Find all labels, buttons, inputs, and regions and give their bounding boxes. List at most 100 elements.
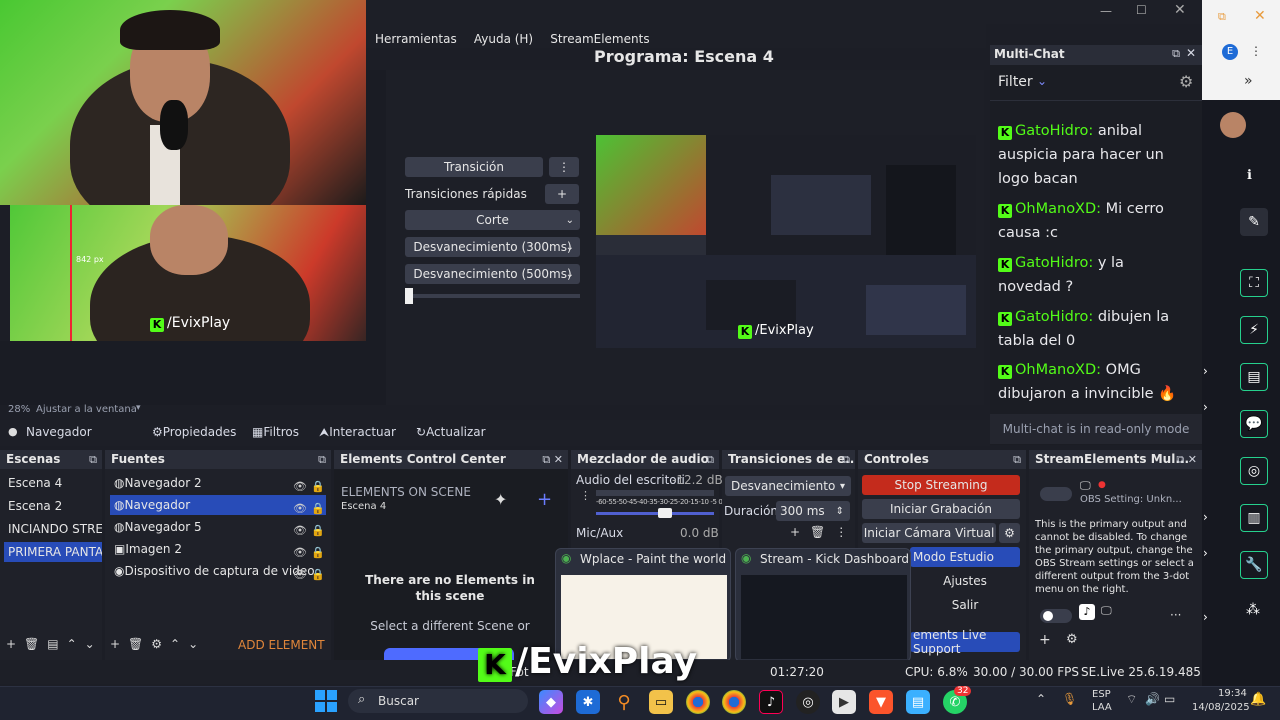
window-restore-icon[interactable]: ⧉ bbox=[1218, 10, 1226, 24]
chevron-right-icon[interactable]: › bbox=[1203, 510, 1208, 524]
taskbar-preview-kick[interactable]: ◉ Stream - Kick Dashboard -... bbox=[735, 548, 911, 662]
float-icon[interactable]: ⧉ bbox=[842, 450, 850, 469]
lock-icons[interactable]: 🔒 🔒 🔒 🔒 🔒 bbox=[311, 476, 325, 586]
settings-button[interactable]: Ajustes bbox=[910, 571, 1020, 591]
chrome-icon[interactable] bbox=[686, 690, 710, 714]
close-icon[interactable]: ✕ bbox=[1174, 2, 1186, 18]
start-virtual-camera-button[interactable]: Iniciar Cámara Virtual bbox=[862, 523, 996, 543]
refresh-button[interactable]: ↻Actualizar bbox=[416, 425, 486, 439]
info-icon[interactable]: ℹ bbox=[1247, 168, 1252, 183]
gear-icon[interactable]: ⚙ bbox=[1179, 72, 1193, 91]
mixer-slider-handle[interactable] bbox=[658, 508, 672, 518]
gear-icon[interactable]: ⚙ bbox=[1066, 632, 1078, 647]
mixer-volume-slider[interactable] bbox=[596, 512, 714, 515]
duration-input[interactable]: 300 ms ⇕ bbox=[776, 501, 850, 521]
bolt-icon[interactable]: ⚡ bbox=[1240, 316, 1268, 344]
obs-icon[interactable]: ◎ bbox=[796, 690, 820, 714]
filter-button[interactable]: Filter bbox=[998, 74, 1033, 90]
language-label[interactable]: ESP bbox=[1092, 689, 1111, 700]
notifications-icon[interactable]: 🔔 bbox=[1250, 692, 1266, 707]
scene-item[interactable]: INCIANDO STREA bbox=[4, 519, 102, 539]
add-output-button[interactable]: + bbox=[1039, 632, 1051, 648]
layout-icon[interactable]: ▥ bbox=[1240, 504, 1268, 532]
tiktok-icon[interactable]: ♪ bbox=[759, 690, 783, 714]
quick-transition-fade-500[interactable]: Desvanecimiento (500ms) ⌄ bbox=[405, 264, 580, 284]
transition-menu-button[interactable]: ⋮ bbox=[549, 157, 579, 177]
chevron-up-icon[interactable]: ⌃ bbox=[1036, 692, 1046, 706]
apps-icon[interactable]: ⁂ bbox=[1246, 602, 1260, 618]
app-icon[interactable]: ✱ bbox=[576, 690, 600, 714]
battery-icon[interactable]: ▭ bbox=[1164, 692, 1175, 706]
kebab-icon[interactable]: ⋮ bbox=[580, 489, 591, 502]
output-toggle[interactable] bbox=[1040, 487, 1072, 501]
brave-icon[interactable]: ▼ bbox=[869, 690, 893, 714]
kebab-icon[interactable]: ⋮ bbox=[1250, 44, 1262, 58]
tbar-slider-handle[interactable] bbox=[405, 288, 413, 304]
menu-herramientas[interactable]: Herramientas bbox=[375, 32, 457, 46]
add-element-plus-icon[interactable]: + bbox=[537, 489, 552, 510]
windows-start-icon[interactable] bbox=[315, 690, 337, 712]
notepad-icon[interactable]: ▤ bbox=[906, 690, 930, 714]
properties-button[interactable]: ⚙Propiedades bbox=[152, 425, 236, 439]
interact-button[interactable]: ⮝Interactuar bbox=[319, 425, 396, 440]
minimize-icon[interactable]: — bbox=[1100, 4, 1112, 18]
studio-mode-button[interactable]: Modo Estudio bbox=[910, 547, 1020, 567]
pencil-icon[interactable]: ✎ bbox=[1240, 208, 1268, 236]
visibility-icons[interactable]: 👁 👁 👁 👁 👁 bbox=[293, 476, 307, 586]
stepper-icon[interactable]: ⇕ bbox=[836, 506, 844, 517]
copilot-icon[interactable]: ◆ bbox=[539, 690, 563, 714]
sparkle-icon[interactable]: ✦ bbox=[494, 490, 507, 509]
scene-transition-select[interactable]: Desvanecimiento ▾ bbox=[725, 476, 851, 496]
clock-time[interactable]: 19:34 bbox=[1218, 688, 1247, 699]
tbar-slider-track[interactable] bbox=[405, 294, 580, 298]
float-icon[interactable]: ⧉ bbox=[1172, 47, 1180, 61]
app-icon[interactable]: ▶ bbox=[832, 690, 856, 714]
user-avatar[interactable] bbox=[1220, 112, 1246, 138]
volume-icon[interactable]: 🔊 bbox=[1145, 692, 1160, 706]
kebab-icon[interactable]: ··· bbox=[1170, 608, 1181, 622]
menu-streamelements[interactable]: StreamElements bbox=[550, 32, 649, 46]
chevron-right-icon[interactable]: › bbox=[1203, 546, 1208, 560]
stop-streaming-button[interactable]: Stop Streaming bbox=[862, 475, 1020, 495]
close-icon[interactable]: ✕ bbox=[1186, 46, 1196, 60]
profile-avatar[interactable]: E bbox=[1222, 44, 1238, 60]
live-support-button[interactable]: ements Live Support bbox=[910, 628, 1020, 656]
chevron-right-icon[interactable]: › bbox=[1203, 400, 1208, 414]
output-toggle-2[interactable] bbox=[1040, 609, 1072, 623]
wrench-icon[interactable]: 🔧 bbox=[1240, 551, 1268, 579]
wifi-icon[interactable]: ⌔ bbox=[1126, 692, 1137, 707]
virtual-camera-settings-button[interactable]: ⚙ bbox=[999, 523, 1020, 543]
quick-transition-fade-300[interactable]: Desvanecimiento (300ms) ⌄ bbox=[405, 237, 580, 257]
float-icon[interactable]: ⧉ bbox=[318, 450, 326, 469]
scene-item[interactable]: Escena 4 bbox=[4, 473, 102, 493]
chrome-icon[interactable] bbox=[722, 690, 746, 714]
close-icon[interactable]: ✕ bbox=[1188, 453, 1197, 466]
float-icon[interactable]: ⧉ bbox=[1176, 453, 1184, 466]
search-app-icon[interactable]: ⚲ bbox=[612, 690, 636, 714]
document-icon[interactable]: ▤ bbox=[1240, 363, 1268, 391]
microphone-icon[interactable]: 🎙 bbox=[1062, 692, 1077, 706]
capture-icon[interactable]: ⛶ bbox=[1240, 269, 1268, 297]
float-icon[interactable]: ⧉ bbox=[706, 450, 714, 469]
add-quick-transition-button[interactable]: + bbox=[545, 184, 579, 204]
maximize-icon[interactable]: ☐ bbox=[1136, 3, 1147, 17]
menu-ayuda[interactable]: Ayuda (H) bbox=[474, 32, 533, 46]
close-icon[interactable]: ✕ bbox=[554, 453, 563, 466]
filters-button[interactable]: ▦Filtros bbox=[252, 425, 299, 439]
start-recording-button[interactable]: Iniciar Grabación bbox=[862, 499, 1020, 519]
chevrons-right-icon[interactable]: » bbox=[1244, 73, 1253, 89]
float-icon[interactable]: ⧉ bbox=[542, 453, 550, 466]
float-icon[interactable]: ⧉ bbox=[1013, 450, 1021, 469]
broadcast-icon[interactable]: ◎ bbox=[1240, 457, 1268, 485]
close-icon[interactable]: ✕ bbox=[1254, 8, 1266, 24]
clock-date[interactable]: 14/08/2025 bbox=[1192, 702, 1250, 713]
chevron-right-icon[interactable]: › bbox=[1203, 610, 1208, 624]
chevron-right-icon[interactable]: › bbox=[1203, 364, 1208, 378]
transition-button[interactable]: Transición bbox=[405, 157, 543, 177]
region-label[interactable]: LAA bbox=[1092, 702, 1112, 713]
chat-icon[interactable]: 💬 bbox=[1240, 410, 1268, 438]
add-element-button[interactable]: ADD ELEMENT bbox=[238, 638, 325, 652]
scene-item[interactable]: Escena 2 bbox=[4, 496, 102, 516]
taskbar-search[interactable]: ⌕ Buscar bbox=[348, 689, 528, 713]
float-icon[interactable]: ⧉ bbox=[89, 450, 97, 469]
